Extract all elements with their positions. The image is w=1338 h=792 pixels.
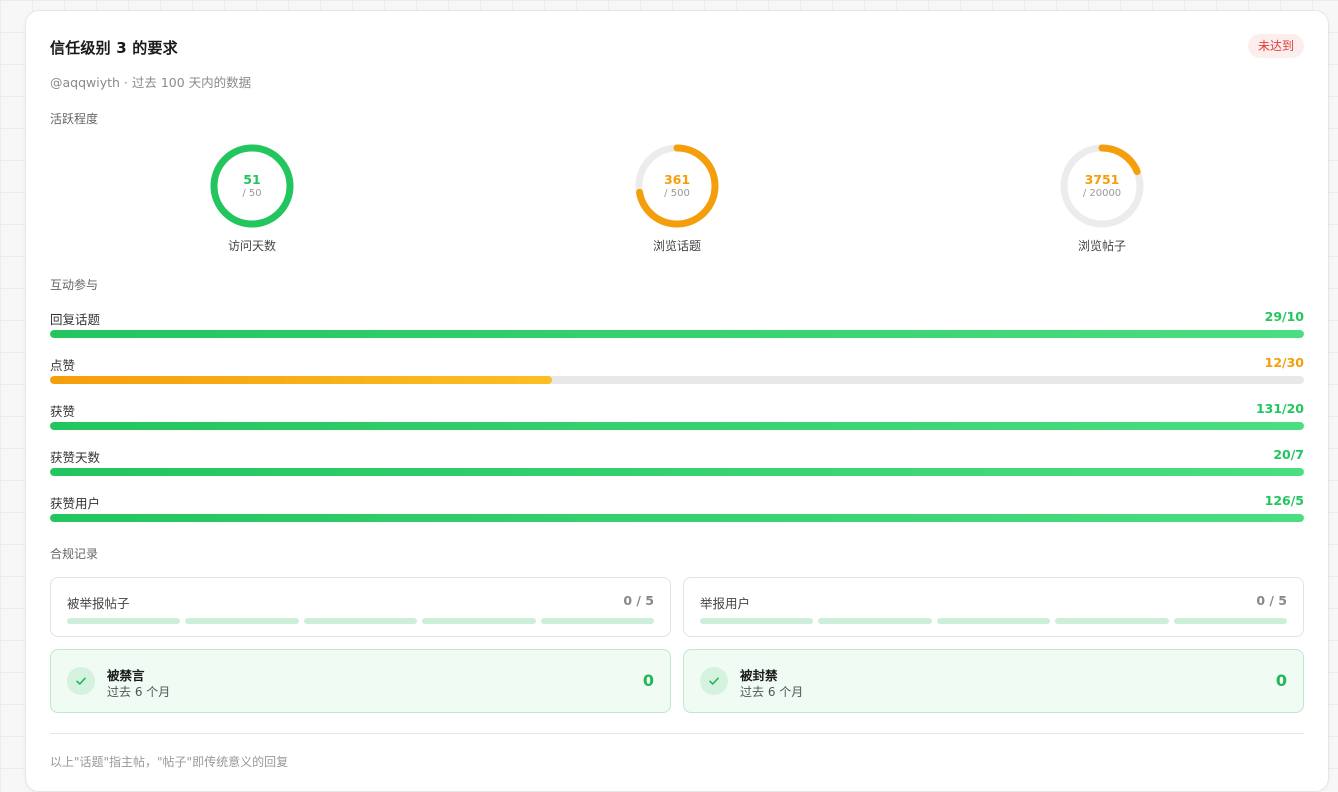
ring-value: 3751 (1084, 171, 1120, 187)
segment (1055, 618, 1169, 624)
status-subtitle: 过去 6 个月 (740, 685, 804, 699)
progress-track (50, 514, 1304, 522)
segment (540, 618, 655, 624)
segment (936, 618, 1051, 624)
ring-target: / 20000 (1082, 187, 1122, 199)
ring-label: 访问天数 (227, 239, 276, 253)
section-label-interaction: 互动参与 (50, 278, 99, 292)
progress-label: 获赞 (50, 404, 76, 419)
page-subtitle: @aqqwiyth · 过去 100 天内的数据 (50, 75, 252, 90)
footnote: 以上"话题"指主帖，"帖子"即传统意义的回复 (50, 755, 289, 769)
check-icon (700, 667, 728, 695)
progress-fill (50, 468, 1304, 476)
status-value: 0 (1275, 671, 1287, 690)
section-label-activity: 活跃程度 (50, 112, 99, 126)
ring-value: 361 (663, 171, 691, 187)
compliance-box: 举报用户 0 / 5 (683, 577, 1304, 637)
progress-track (50, 376, 1304, 384)
progress-fill (50, 514, 1304, 522)
segment (422, 618, 536, 624)
status-box: 被禁言过去 6 个月 0 (50, 649, 671, 713)
segment (185, 618, 299, 624)
compliance-label: 举报用户 (700, 596, 751, 611)
progress-row: 获赞用户 126/5 (50, 493, 1304, 523)
progress-value: 20/7 (1273, 447, 1304, 462)
compliance-label: 被举报帖子 (67, 596, 130, 611)
segment (67, 618, 181, 624)
ring-2: 3751/ 20000 浏览帖子 (1032, 143, 1172, 254)
progress-track (50, 330, 1304, 338)
segment-bar (700, 618, 1288, 624)
ring-1: 361/ 500 浏览话题 (607, 143, 747, 254)
segment-bar (67, 618, 655, 624)
progress-label: 回复话题 (50, 312, 101, 327)
ring-0: 51/ 50 访问天数 (182, 143, 322, 254)
progress-row: 获赞 131/20 (50, 401, 1304, 431)
progress-row: 获赞天数 20/7 (50, 447, 1304, 477)
check-icon (67, 667, 95, 695)
progress-label: 获赞用户 (50, 496, 101, 511)
status-box: 被封禁过去 6 个月 0 (683, 649, 1304, 713)
section-label-compliance: 合规记录 (50, 547, 99, 561)
progress-label: 获赞天数 (50, 450, 101, 465)
trust-level-card: 信任级别 3 的要求 未达到 @aqqwiyth · 过去 100 天内的数据 … (25, 10, 1329, 792)
status-subtitle: 过去 6 个月 (107, 685, 171, 699)
compliance-count: 0 / 5 (1256, 593, 1287, 608)
progress-value: 126/5 (1264, 493, 1304, 508)
progress-fill (50, 422, 1304, 430)
segment (303, 618, 418, 624)
ring-value: 51 (243, 171, 261, 187)
ring-target: / 500 (664, 187, 690, 199)
progress-value: 12/30 (1264, 355, 1304, 370)
divider (50, 733, 1304, 734)
progress-row: 回复话题 29/10 (50, 309, 1304, 339)
progress-value: 131/20 (1255, 401, 1304, 416)
progress-label: 点赞 (50, 358, 76, 373)
segment (818, 618, 932, 624)
progress-row: 点赞 12/30 (50, 355, 1304, 385)
ring-label: 浏览帖子 (1077, 239, 1126, 253)
progress-track (50, 422, 1304, 430)
progress-fill (50, 376, 552, 384)
page-title: 信任级别 3 的要求 (50, 39, 178, 57)
progress-value: 29/10 (1264, 309, 1304, 324)
compliance-box: 被举报帖子 0 / 5 (50, 577, 671, 637)
ring-label: 浏览话题 (652, 239, 701, 253)
segment (1173, 618, 1288, 624)
progress-track (50, 468, 1304, 476)
status-title: 被封禁 (740, 668, 778, 683)
segment (700, 618, 814, 624)
progress-fill (50, 330, 1304, 338)
compliance-count: 0 / 5 (623, 593, 654, 608)
status-title: 被禁言 (107, 668, 145, 683)
status-badge: 未达到 (1247, 34, 1304, 58)
ring-target: / 50 (242, 187, 262, 199)
status-value: 0 (642, 671, 654, 690)
